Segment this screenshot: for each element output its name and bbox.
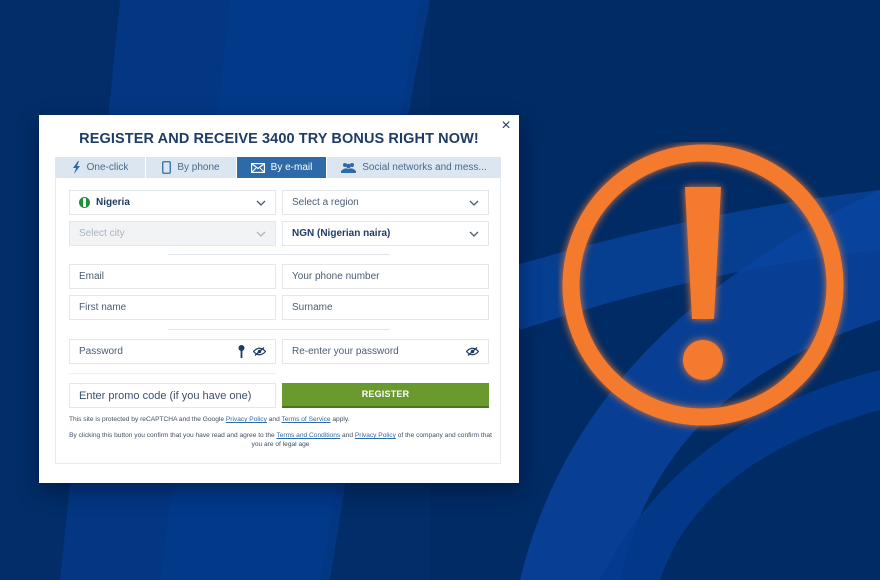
notice-text: and <box>340 432 355 439</box>
notice-text: and <box>266 416 282 423</box>
divider <box>168 329 390 330</box>
privacy-policy-link[interactable]: Privacy Policy <box>226 416 267 423</box>
email-placeholder: Email <box>79 271 105 282</box>
password-field[interactable]: Password <box>69 339 276 364</box>
country-select[interactable]: Nigeria <box>69 190 276 215</box>
chevron-down-icon <box>256 200 266 206</box>
chevron-down-icon <box>469 231 479 237</box>
password-confirm-field[interactable]: Re-enter your password <box>282 339 489 364</box>
terms-and-conditions-link[interactable]: Terms and Conditions <box>276 432 340 439</box>
tab-by-phone[interactable]: By phone <box>146 157 237 178</box>
tab-one-click[interactable]: One-click <box>55 157 146 178</box>
register-button[interactable]: REGISTER <box>282 383 489 408</box>
nigeria-flag-icon <box>79 197 90 208</box>
tab-label: By phone <box>177 162 220 173</box>
promo-placeholder: Enter promo code (if you have one) <box>79 389 252 402</box>
chevron-down-icon <box>256 231 266 237</box>
tab-label: Social networks and mess... <box>362 162 487 173</box>
recaptcha-notice: This site is protected by reCAPTCHA and … <box>69 415 350 424</box>
notice-text: apply. <box>330 416 350 423</box>
first-name-field[interactable]: First name <box>69 295 276 320</box>
surname-field[interactable]: Surname <box>282 295 489 320</box>
privacy-policy-link[interactable]: Privacy Policy <box>355 432 396 439</box>
city-select[interactable]: Select city <box>69 221 276 246</box>
city-placeholder: Select city <box>79 228 125 239</box>
email-field[interactable]: Email <box>69 264 276 289</box>
region-placeholder: Select a region <box>292 197 359 208</box>
registration-tabs: One-click By phone By e-mail Social netw… <box>55 157 501 178</box>
country-value: Nigeria <box>96 197 130 208</box>
registration-modal: × REGISTER AND RECEIVE 3400 TRY BONUS RI… <box>39 115 519 483</box>
divider <box>168 254 390 255</box>
phone-icon <box>162 161 172 174</box>
eye-slash-icon[interactable] <box>466 347 479 356</box>
tab-label: By e-mail <box>270 162 313 173</box>
terms-of-service-link[interactable]: Terms of Service <box>281 416 330 423</box>
currency-select[interactable]: NGN (Nigerian naira) <box>282 221 489 246</box>
eye-slash-icon[interactable] <box>253 347 266 356</box>
password-confirm-placeholder: Re-enter your password <box>292 346 399 357</box>
notice-text: This site is protected by reCAPTCHA and … <box>69 416 226 423</box>
key-icon[interactable] <box>238 344 245 359</box>
chevron-down-icon <box>469 200 479 206</box>
promo-code-field[interactable]: Enter promo code (if you have one) <box>69 383 276 408</box>
agreement-notice: By clicking this button you confirm that… <box>69 431 492 449</box>
phone-placeholder: Your phone number <box>292 271 380 282</box>
password-placeholder: Password <box>79 346 123 357</box>
currency-value: NGN (Nigerian naira) <box>292 228 391 239</box>
users-icon <box>341 162 357 173</box>
first-name-placeholder: First name <box>79 302 127 313</box>
notice-text: By clicking this button you confirm that… <box>69 432 277 439</box>
phone-field[interactable]: Your phone number <box>282 264 489 289</box>
exclamation-circle-icon <box>558 142 848 432</box>
tab-label: One-click <box>86 162 129 173</box>
lightning-icon <box>72 161 81 174</box>
tab-by-email[interactable]: By e-mail <box>237 157 327 178</box>
modal-title: REGISTER AND RECEIVE 3400 TRY BONUS RIGH… <box>79 131 479 147</box>
divider <box>69 373 276 374</box>
surname-placeholder: Surname <box>292 302 333 313</box>
region-select[interactable]: Select a region <box>282 190 489 215</box>
envelope-icon <box>250 162 265 173</box>
tab-social-networks[interactable]: Social networks and mess... <box>327 157 501 178</box>
email-registration-form: Nigeria Select a region Select city NGN … <box>55 178 501 464</box>
